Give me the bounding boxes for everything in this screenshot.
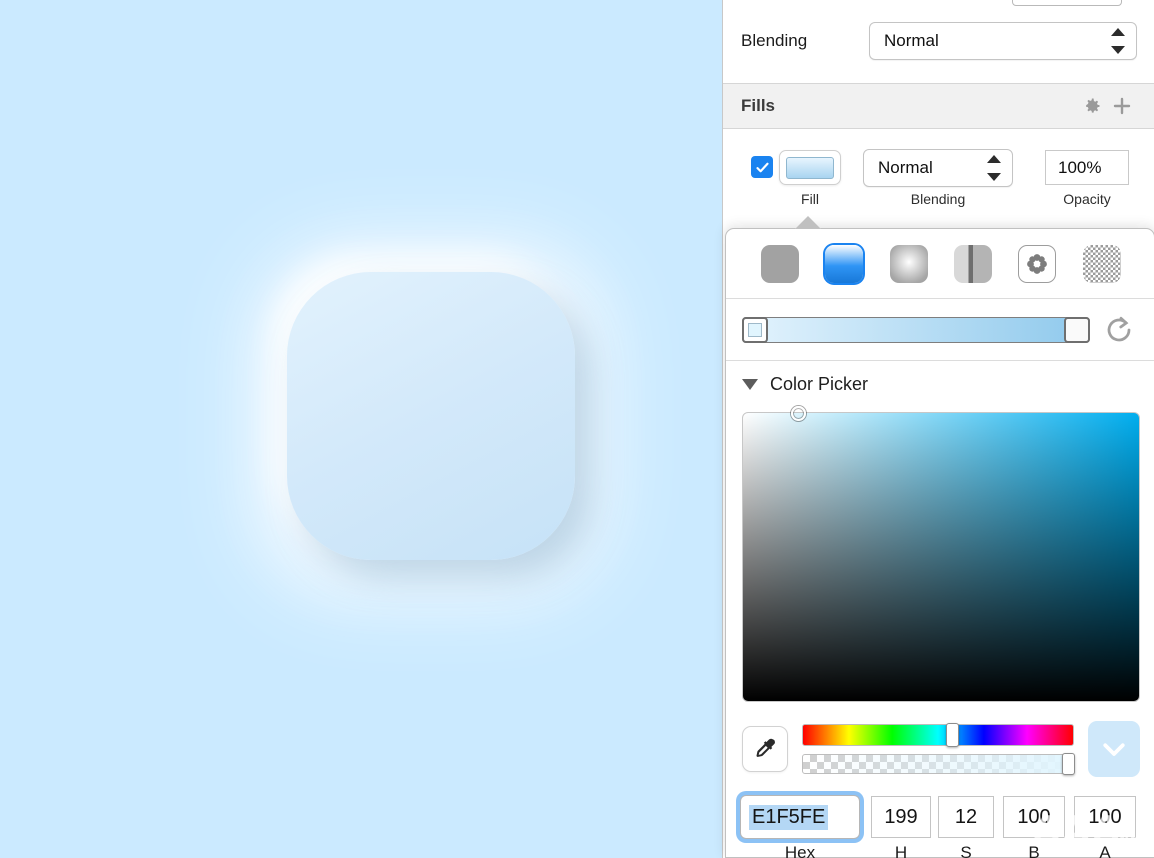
alpha-input-value: 100 — [1088, 805, 1122, 828]
radial-gradient-fill-type-button[interactable] — [889, 244, 928, 283]
fills-section-header: Fills — [723, 83, 1154, 129]
design-canvas[interactable] — [0, 0, 722, 858]
gradient-stop-color — [748, 322, 762, 337]
alpha-slider-handle[interactable] — [1062, 753, 1075, 775]
fill-editor-popover: Color Picker E1F5FE 199 12 100 100 Hex H… — [725, 216, 1154, 858]
canvas-rounded-square-shape[interactable] — [287, 272, 575, 560]
plus-icon[interactable] — [1107, 91, 1137, 121]
saturation-caption: S — [960, 843, 972, 858]
color-picker-header[interactable]: Color Picker — [726, 361, 1154, 407]
noise-fill-type-button[interactable] — [1082, 244, 1121, 283]
partial-field-above[interactable] — [1012, 0, 1122, 6]
fill-type-selector — [726, 229, 1154, 299]
chevron-down-icon[interactable] — [1088, 721, 1140, 777]
app-root: Blending Normal Fills Normal 100% Fill B… — [0, 0, 1154, 858]
chevron-updown-icon[interactable] — [1110, 28, 1126, 54]
saturation-input[interactable]: 12 — [938, 796, 994, 838]
brightness-caption: B — [1028, 843, 1040, 858]
color-sliders-row — [726, 714, 1154, 784]
hex-input[interactable]: E1F5FE — [740, 795, 860, 839]
fill-opacity-value: 100% — [1058, 157, 1102, 177]
alpha-caption: A — [1099, 843, 1111, 858]
fill-row: Normal 100% Fill Blending Opacity — [723, 129, 1154, 227]
chevron-updown-icon[interactable] — [986, 155, 1002, 181]
gradient-bar[interactable] — [742, 316, 1090, 343]
fill-caption: Fill — [801, 191, 819, 207]
brightness-input[interactable]: 100 — [1003, 796, 1065, 838]
alpha-input[interactable]: 100 — [1074, 796, 1136, 838]
hue-input-value: 199 — [884, 805, 918, 828]
fills-title: Fills — [741, 96, 776, 115]
brightness-input-value: 100 — [1017, 805, 1051, 828]
fill-enabled-checkbox[interactable] — [751, 156, 773, 178]
hex-input-value: E1F5FE — [749, 804, 829, 830]
color-picker-cursor[interactable] — [791, 406, 806, 421]
fill-color-swatch[interactable] — [779, 150, 841, 185]
fill-blending-value: Normal — [878, 158, 933, 177]
pattern-fill-type-button[interactable] — [1018, 244, 1057, 283]
refresh-icon[interactable] — [1098, 309, 1140, 351]
hue-caption: H — [894, 843, 908, 858]
blending-select-value: Normal — [884, 31, 939, 50]
blending-row: Blending Normal — [723, 12, 1154, 70]
blending-label: Blending — [741, 31, 808, 50]
saturation-input-value: 12 — [954, 805, 978, 828]
saturation-brightness-area[interactable] — [742, 406, 1140, 702]
blending-caption: Blending — [910, 191, 966, 207]
angular-gradient-fill-type-button[interactable] — [954, 244, 993, 283]
inspector-panel: Blending Normal Fills Normal 100% Fill B… — [722, 0, 1154, 858]
gear-icon[interactable] — [1077, 91, 1107, 121]
hue-input[interactable]: 199 — [871, 796, 931, 838]
gradient-stop-start[interactable] — [742, 316, 768, 343]
gradient-stop-end[interactable] — [1064, 316, 1090, 343]
fill-swatch-preview — [786, 156, 834, 179]
opacity-caption: Opacity — [1063, 191, 1111, 207]
alpha-slider[interactable] — [802, 753, 1075, 775]
hex-caption: Hex — [784, 843, 816, 858]
color-values-row: E1F5FE 199 12 100 100 Hex H S B A — [726, 777, 1154, 858]
triangle-down-icon[interactable] — [742, 378, 758, 390]
linear-gradient-fill-type-button[interactable] — [825, 244, 864, 283]
solid-fill-type-button[interactable] — [761, 244, 800, 283]
hue-slider[interactable] — [802, 723, 1074, 747]
fill-opacity-input[interactable]: 100% — [1045, 150, 1129, 185]
sliders-group — [802, 723, 1075, 775]
eyedropper-glyph — [756, 738, 776, 757]
fill-blending-select[interactable]: Normal — [863, 149, 1013, 187]
flower-icon — [1027, 253, 1048, 274]
gradient-stops-row — [726, 299, 1154, 361]
hue-slider-handle[interactable] — [946, 723, 960, 747]
color-picker-title: Color Picker — [770, 373, 869, 394]
blending-select[interactable]: Normal — [869, 22, 1137, 60]
eyedropper-icon[interactable] — [742, 726, 788, 772]
